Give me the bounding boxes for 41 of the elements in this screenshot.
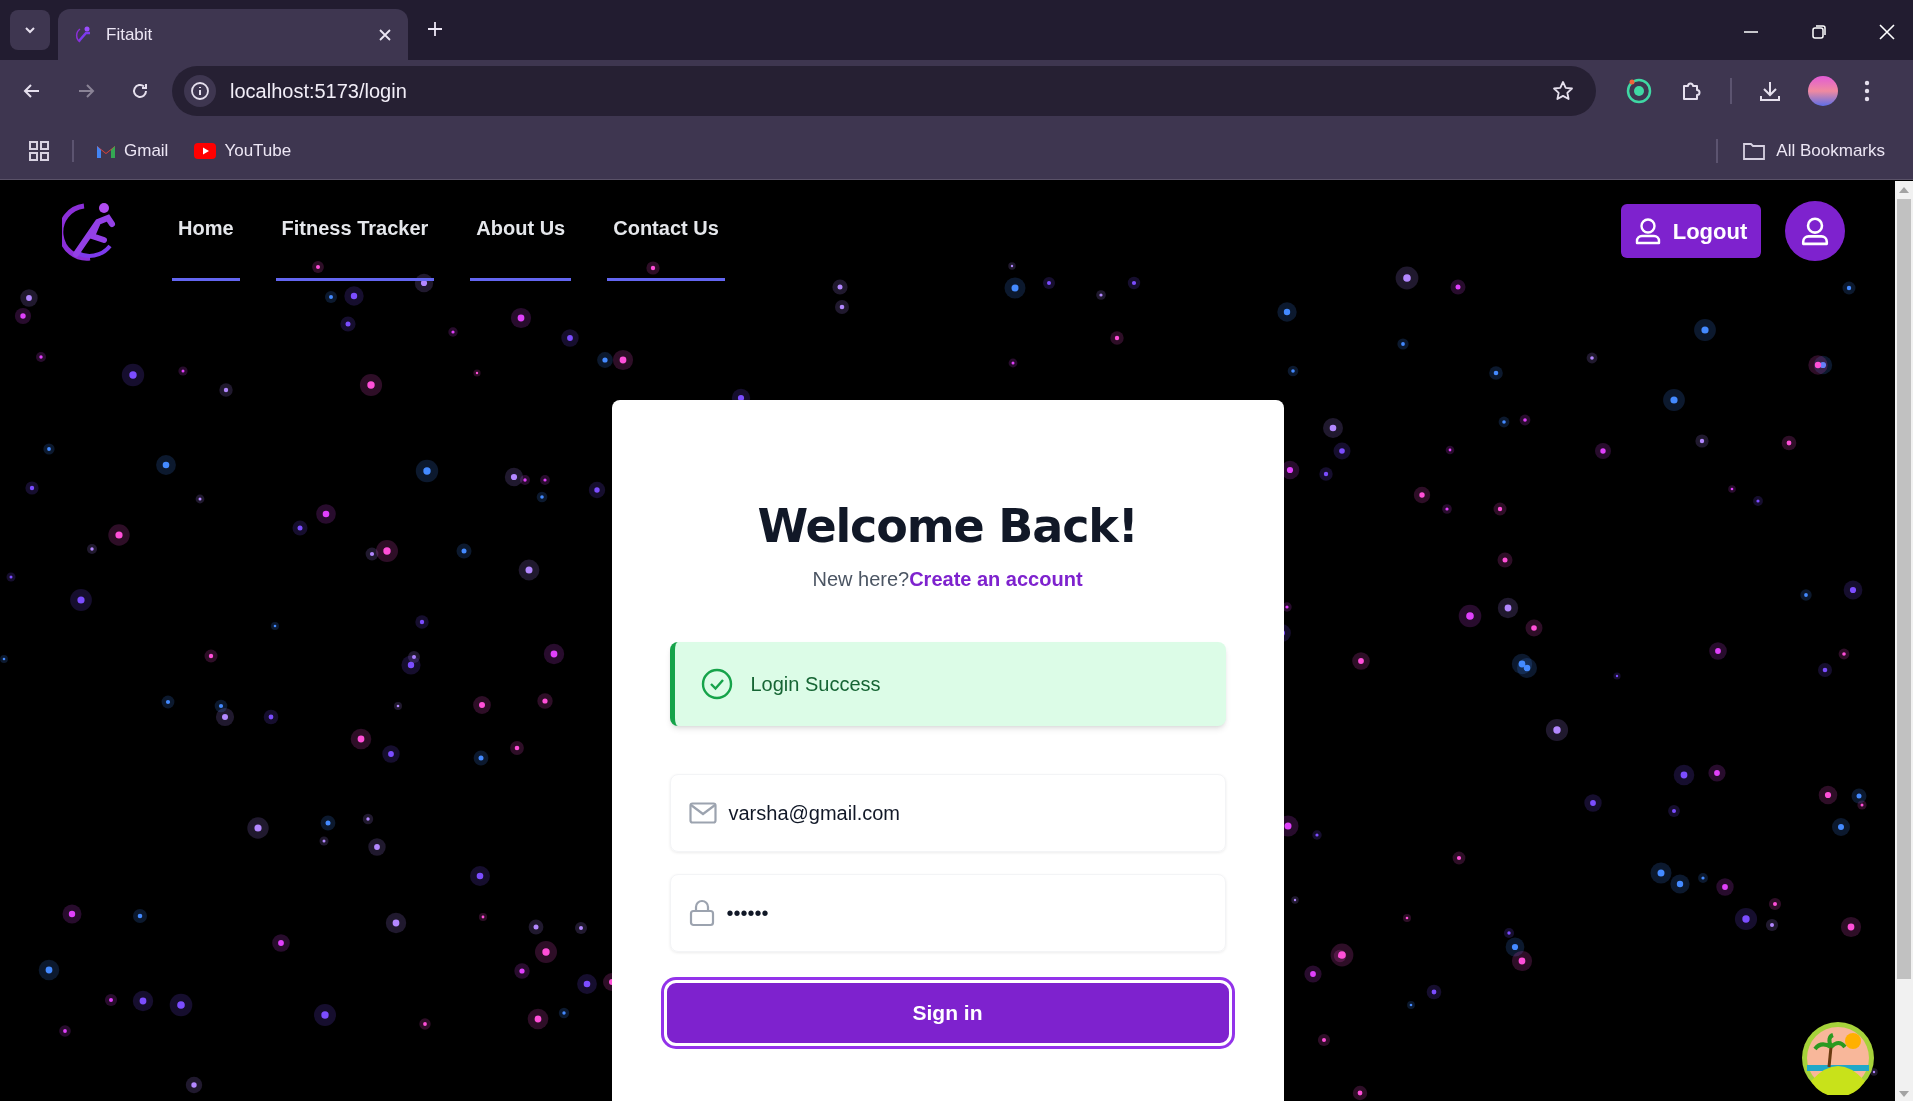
- download-icon[interactable]: [1758, 79, 1782, 103]
- menu-icon[interactable]: [1864, 80, 1870, 102]
- user-icon: [1634, 217, 1661, 245]
- browser-tab[interactable]: Fitabit: [58, 9, 408, 60]
- reload-icon[interactable]: [130, 81, 150, 101]
- tab-title: Fitabit: [106, 23, 154, 46]
- new-tab-icon[interactable]: [426, 20, 444, 38]
- address-bar[interactable]: localhost:5173/login: [172, 66, 1596, 116]
- star-icon[interactable]: [1552, 80, 1574, 102]
- scrollbar[interactable]: [1895, 181, 1913, 1101]
- folder-icon: [1742, 140, 1767, 161]
- nav-link[interactable]: About Us: [470, 181, 572, 281]
- nav-link[interactable]: Fitness Tracker: [275, 181, 435, 281]
- heading: Welcome Back!: [756, 498, 1139, 555]
- profile-avatar[interactable]: [1808, 76, 1838, 106]
- scroll-thumb[interactable]: [1897, 199, 1911, 979]
- info-icon[interactable]: [190, 81, 210, 101]
- envelope-icon: [688, 801, 717, 824]
- apps-grid-icon[interactable]: [28, 139, 50, 162]
- beach-badge-icon[interactable]: [1801, 1021, 1875, 1095]
- url-text: localhost:5173/login: [230, 79, 408, 104]
- nav-link[interactable]: Contact Us: [607, 181, 725, 281]
- bookmark-link[interactable]: Gmail: [96, 137, 169, 164]
- lock-icon: [688, 898, 715, 927]
- nav-link[interactable]: Home: [172, 181, 240, 281]
- email-field[interactable]: varsha@gmail.com: [669, 773, 1226, 852]
- bookmark-link[interactable]: YouTube: [194, 137, 292, 164]
- all-bookmarks-link[interactable]: All Bookmarks: [1776, 137, 1885, 164]
- alert-message: Login Success: [750, 671, 881, 697]
- profile-button[interactable]: [1785, 201, 1845, 261]
- close-icon[interactable]: [378, 27, 392, 42]
- create-account-link[interactable]: Create an account: [909, 567, 1083, 590]
- logout-button[interactable]: Logout: [1621, 204, 1761, 258]
- sign-in-button[interactable]: Sign in: [663, 979, 1232, 1046]
- password-field[interactable]: ••••••: [669, 873, 1226, 952]
- signup-prompt: New here?Create an account: [811, 566, 1084, 592]
- restore-icon[interactable]: [1811, 24, 1827, 40]
- check-circle-icon: [700, 667, 733, 700]
- target-icon[interactable]: [1626, 78, 1652, 104]
- user-icon: [1801, 216, 1829, 246]
- play-logo-icon: [194, 142, 217, 159]
